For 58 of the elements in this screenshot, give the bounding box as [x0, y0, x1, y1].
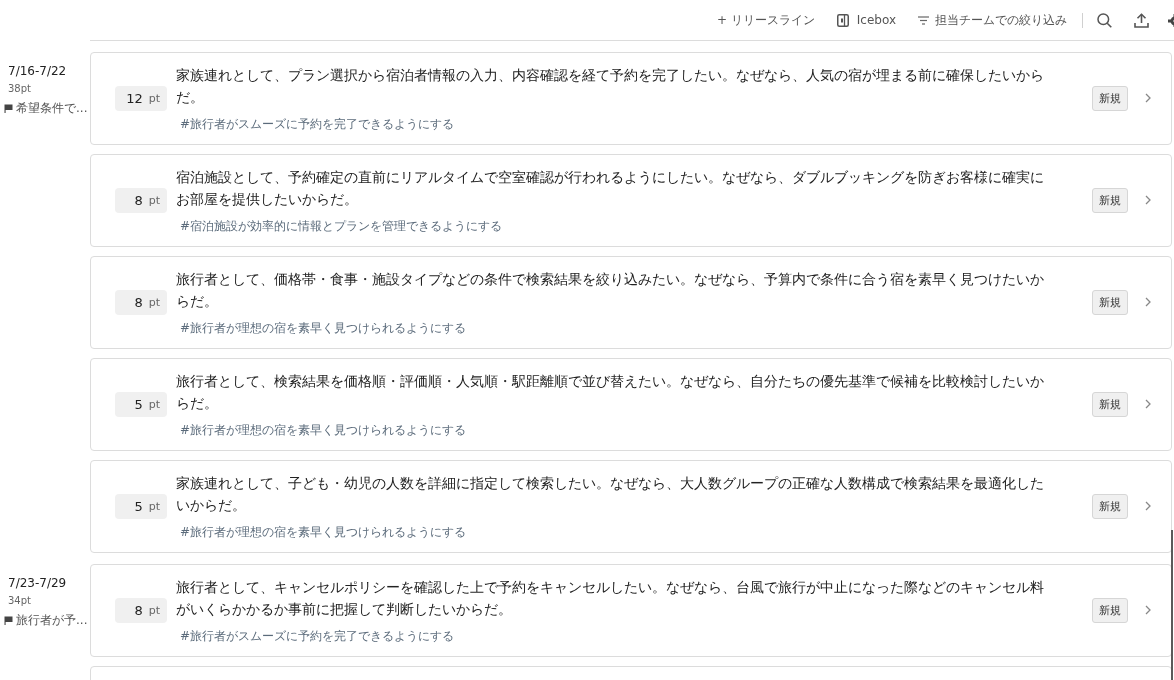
epic-tag-link[interactable]: #旅行者が理想の宿を素早く見つけられるようにする — [180, 320, 467, 336]
points-unit: pt — [148, 91, 160, 105]
search-icon[interactable] — [1097, 12, 1112, 28]
scrollbar-thumb[interactable] — [1171, 530, 1173, 680]
points-value: 5 — [134, 498, 143, 514]
story-card[interactable]: 5 pt 旅行者として、検索結果を価格順・評価順・人気順・駅距離順で並び替えたい。なぜなら、自分たちの優先基準で候補を比較検討したいからだ。 #旅行者が理想の宿を素早く見つけられるようにする 新規 — [90, 358, 1172, 451]
points-unit: pt — [148, 603, 160, 617]
story-card[interactable]: 5 pt 家族連れとして、子ども・幼児の人数を詳細に指定して検索したい。なぜなら、大人数グループの正確な人数構成で検索結果を最適化したいからだ。 #旅行者が理想の宿を素早く見つけられるようにする 新規 — [90, 460, 1172, 553]
points-value: 12 — [126, 90, 143, 106]
flag-icon — [4, 615, 13, 625]
epic-tag-link[interactable]: #旅行者が理想の宿を素早く見つけられるようにする — [180, 422, 467, 438]
status-label: 新規 — [1092, 493, 1128, 519]
sprint-goal: 希望条件で... — [16, 100, 88, 116]
story-card[interactable]: 8 pt 旅行者として、キャンセルポリシーを確認した上で予約をキャンセルしたい。なぜなら、台風で旅行が中止になった際などのキャンセル料がいくらかかるか事前に把握して判断したいからだ。 #旅行者がスムーズに予約を完了できるようにする 新規 — [90, 564, 1172, 657]
team-filter-button[interactable]: 担当チームでの絞り込み — [918, 11, 1067, 29]
points-unit: pt — [148, 397, 160, 411]
sprint-points: 34pt — [8, 594, 32, 608]
sprint-dates: 7/16-7/22 — [8, 63, 68, 79]
epic-tag-link[interactable]: #旅行者が理想の宿を素早く見つけられるようにする — [180, 524, 467, 540]
chevron-icon[interactable] — [1145, 605, 1151, 615]
story-text: 旅行者として、キャンセルポリシーを確認した上で予約をキャンセルしたい。なぜなら、台風で旅行が中止になった際などのキャンセル料がいくらかかるか事前に把握して判断したいからだ。 — [176, 578, 1045, 619]
status-label: 新規 — [1092, 391, 1128, 417]
chevron-icon[interactable] — [1145, 501, 1151, 511]
story-card[interactable]: 12 pt 家族連れとして、プラン選択から宿泊者情報の入力、内容確認を経て予約を完了したい。なぜなら、人気の宿が埋まる前に確保したいからだ。 #旅行者がスムーズに予約を完了できるようにする 新規 — [90, 52, 1172, 145]
points-value: 8 — [134, 602, 143, 618]
points-value: 5 — [134, 396, 143, 412]
icebox-button[interactable]: Icebox — [836, 13, 896, 27]
flag-icon — [4, 103, 13, 113]
chevron-icon[interactable] — [1145, 297, 1151, 307]
status-label: 新規 — [1092, 597, 1128, 623]
sprint-goal: 旅行者が予... — [16, 612, 88, 628]
add-release-line-button[interactable]: + リリースライン — [716, 11, 815, 29]
chevron-icon[interactable] — [1145, 195, 1151, 205]
story-text: 旅行者として、価格帯・食事・施設タイプなどの条件で検索結果を絞り込みたい。なぜなら、予算内で条件に合う宿を素早く見つけたいからだ。 — [176, 270, 1045, 311]
status-label: 新規 — [1092, 187, 1128, 213]
story-text: 宿泊施設として、予約確定の直前にリアルタイムで空室確認が行われるようにしたい。なぜなら、ダブルブッキングを防ぎお客様に確実にお部屋を提供したいからだ。 — [176, 168, 1045, 209]
points-unit: pt — [148, 193, 160, 207]
upload-icon[interactable] — [1134, 12, 1149, 28]
story-text: 家族連れとして、プラン選択から宿泊者情報の入力、内容確認を経て予約を完了したい。なぜなら、人気の宿が埋まる前に確保したいからだ。 — [176, 66, 1045, 107]
chevron-icon[interactable] — [1145, 399, 1151, 409]
status-label: 新規 — [1092, 85, 1128, 111]
epic-tag-link[interactable]: #旅行者がスムーズに予約を完了できるようにする — [180, 116, 455, 132]
sprint-dates: 7/23-7/29 — [8, 575, 68, 591]
status-label: 新規 — [1092, 289, 1128, 315]
panel-icon — [836, 13, 849, 27]
story-text: 家族連れとして、子ども・幼児の人数を詳細に指定して検索したい。なぜなら、大人数グループの正確な人数構成で検索結果を最適化したいからだ。 — [176, 474, 1045, 515]
points-unit: pt — [148, 295, 160, 309]
epic-tag-link[interactable]: #宿泊施設が効率的に情報とプランを管理できるようにする — [180, 218, 503, 234]
chevron-icon[interactable] — [1145, 93, 1151, 103]
epic-tag-link[interactable]: #旅行者がスムーズに予約を完了できるようにする — [180, 628, 455, 644]
points-unit: pt — [148, 499, 160, 513]
story-text: 旅行者として、検索結果を価格順・評価順・人気順・駅距離順で並び替えたい。なぜなら、自分たちの優先基準で候補を比較検討したいからだ。 — [176, 372, 1045, 413]
story-card[interactable]: 8 pt 旅行者として、価格帯・食事・施設タイプなどの条件で検索結果を絞り込みたい。なぜなら、予算内で条件に合う宿を素早く見つけたいからだ。 #旅行者が理想の宿を素早く見つけられるようにする 新規 — [90, 256, 1172, 349]
points-value: 8 — [134, 192, 143, 208]
story-card[interactable]: 8 pt 宿泊施設として、予約確定の直前にリアルタイムで空室確認が行われるようにしたい。なぜなら、ダブルブッキングを防ぎお客様に確実にお部屋を提供したいからだ。 #宿泊施設が効率的に情報とプランを管理できるようにする 新規 — [90, 154, 1172, 247]
points-value: 8 — [134, 294, 143, 310]
sprint-points: 38pt — [8, 82, 32, 96]
filter-icon — [918, 15, 929, 25]
